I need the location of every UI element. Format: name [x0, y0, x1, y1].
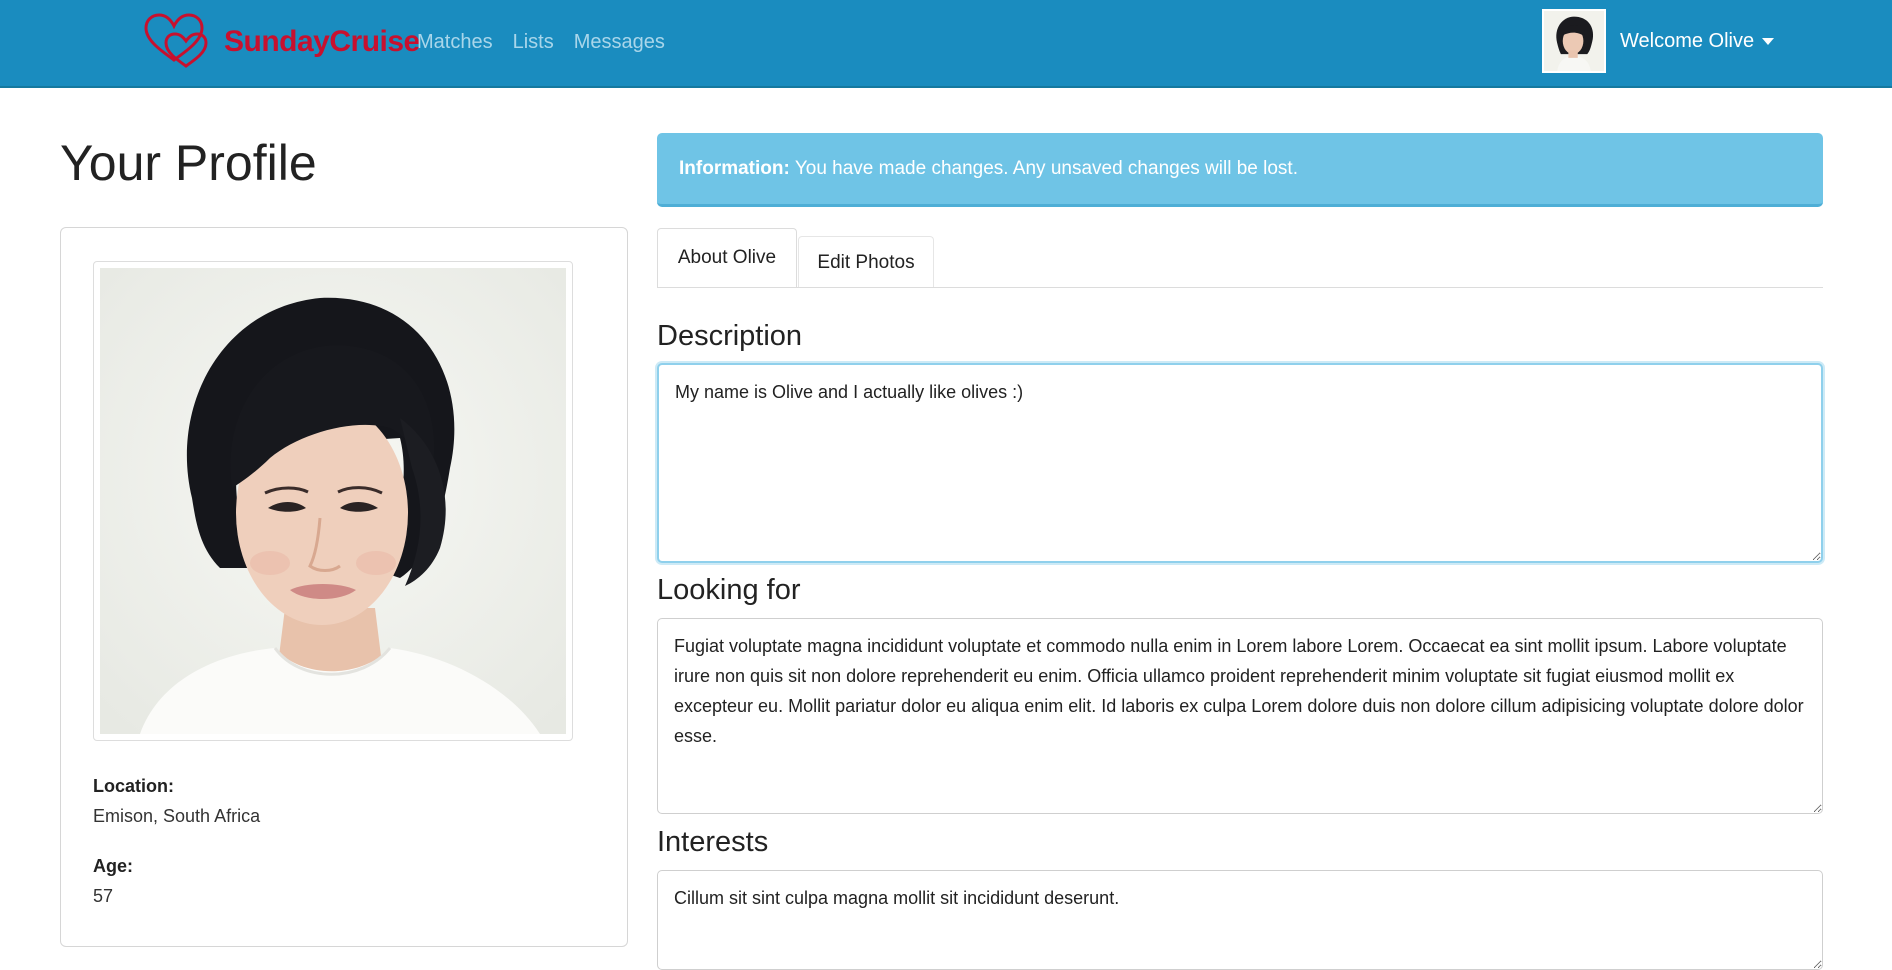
description-textarea[interactable] — [657, 363, 1823, 563]
avatar-portrait — [1544, 11, 1604, 71]
looking-for-textarea[interactable] — [657, 618, 1823, 814]
info-alert: Information: You have made changes. Any … — [657, 133, 1823, 207]
main-nav: Matches Lists Messages — [417, 0, 665, 84]
interests-textarea[interactable] — [657, 870, 1823, 970]
tab-edit-photos-label: Edit Photos — [817, 251, 915, 273]
age-label: Age: — [93, 856, 133, 876]
age-value: 57 — [93, 886, 114, 906]
location-label: Location: — [93, 776, 174, 796]
welcome-text: Welcome Olive — [1620, 29, 1755, 52]
profile-photo-frame — [93, 261, 573, 741]
user-menu-toggle[interactable]: Welcome Olive — [1620, 26, 1775, 56]
location-value: Emison, South Africa — [93, 806, 261, 826]
nav-link-lists[interactable]: Lists — [513, 31, 554, 54]
brand-name: SundayCruise — [224, 25, 420, 58]
profile-photo — [100, 268, 566, 734]
nav-link-messages[interactable]: Messages — [574, 31, 665, 54]
alert-strong: Information: — [679, 157, 790, 179]
two-hearts-icon — [140, 10, 216, 75]
profile-card: Location: Emison, South Africa Age: 57 — [60, 227, 628, 947]
caret-down-icon — [1762, 37, 1775, 45]
description-heading: Description — [657, 320, 803, 352]
tabs-divider — [657, 287, 1823, 288]
brand-link[interactable]: SundayCruise — [140, 12, 420, 72]
tab-edit-photos[interactable]: Edit Photos — [798, 236, 934, 288]
top-navbar: SundayCruise Matches Lists Messages Welc… — [0, 0, 1892, 88]
user-avatar[interactable] — [1542, 9, 1606, 73]
looking-for-heading: Looking for — [657, 574, 801, 606]
nav-link-matches[interactable]: Matches — [417, 31, 493, 54]
tab-about-label: About Olive — [677, 247, 777, 268]
tab-about[interactable]: About Olive — [657, 228, 797, 288]
page-title: Your Profile — [60, 135, 317, 191]
alert-text: You have made changes. Any unsaved chang… — [794, 157, 1298, 179]
interests-heading: Interests — [657, 826, 769, 858]
